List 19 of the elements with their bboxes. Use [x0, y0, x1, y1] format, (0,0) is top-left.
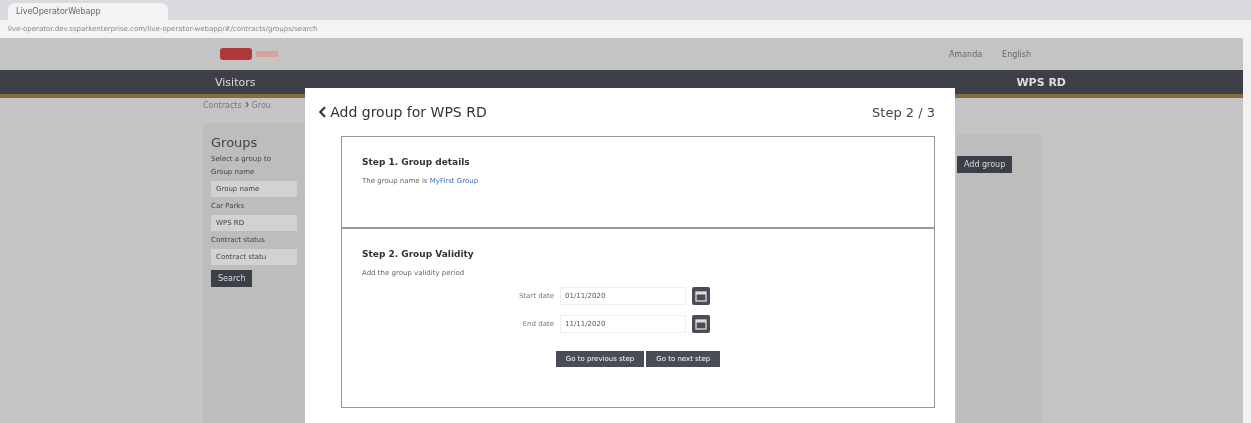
modal-title: Add group for WPS RD — [330, 104, 487, 120]
step-title: Step 1. Group details — [362, 157, 471, 167]
chevron-right-icon — [244, 101, 249, 108]
nav-item[interactable]: Visitors — [215, 75, 256, 89]
language-menu[interactable]: English — [1002, 49, 1031, 59]
step-counter: Step 2 / 3 — [872, 104, 935, 120]
scrollbar[interactable] — [1243, 38, 1251, 423]
browser-tab[interactable]: LiveOperatorWebapp — [8, 3, 168, 20]
user-menu[interactable]: Amanda — [948, 49, 983, 59]
add-group-button[interactable]: Add group — [957, 156, 1013, 173]
step-title: Step 2. Group Validity — [362, 249, 475, 259]
car-park-name: WPS RD — [1016, 75, 1066, 89]
tab-title: LiveOperatorWebapp — [16, 7, 101, 16]
search-button[interactable]: Search — [211, 270, 253, 287]
calendar-icon[interactable] — [692, 315, 710, 333]
calendar-icon[interactable] — [692, 287, 710, 305]
panel-title: Groups — [211, 135, 259, 150]
logo — [220, 46, 280, 62]
chevron-left-icon[interactable] — [319, 106, 327, 118]
